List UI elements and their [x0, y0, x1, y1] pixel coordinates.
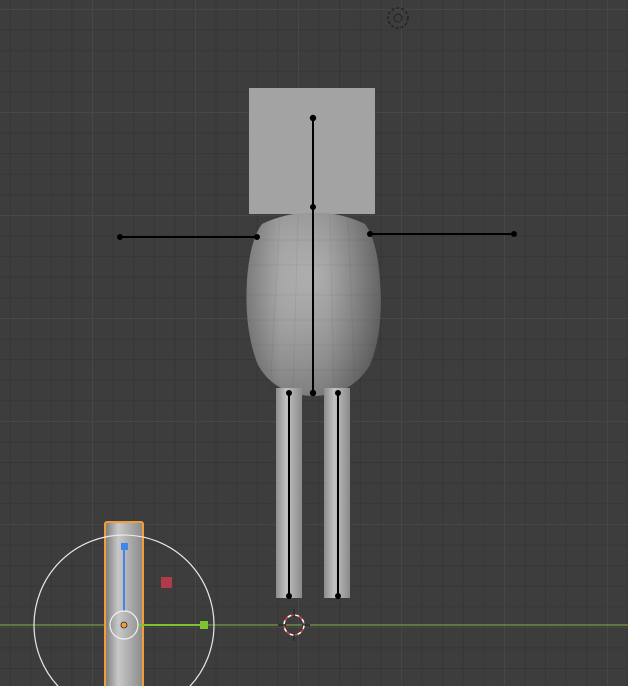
- sun-light-icon[interactable]: [387, 7, 409, 29]
- object-origin-dot: [120, 621, 128, 629]
- gizmo-z-handle[interactable]: [121, 543, 128, 550]
- gizmo-plane-handle[interactable]: [161, 577, 172, 588]
- scene-canvas[interactable]: [0, 0, 628, 686]
- gizmo-x-handle[interactable]: [200, 621, 208, 629]
- 3d-viewport[interactable]: Blender 3D Viewport: [0, 0, 628, 686]
